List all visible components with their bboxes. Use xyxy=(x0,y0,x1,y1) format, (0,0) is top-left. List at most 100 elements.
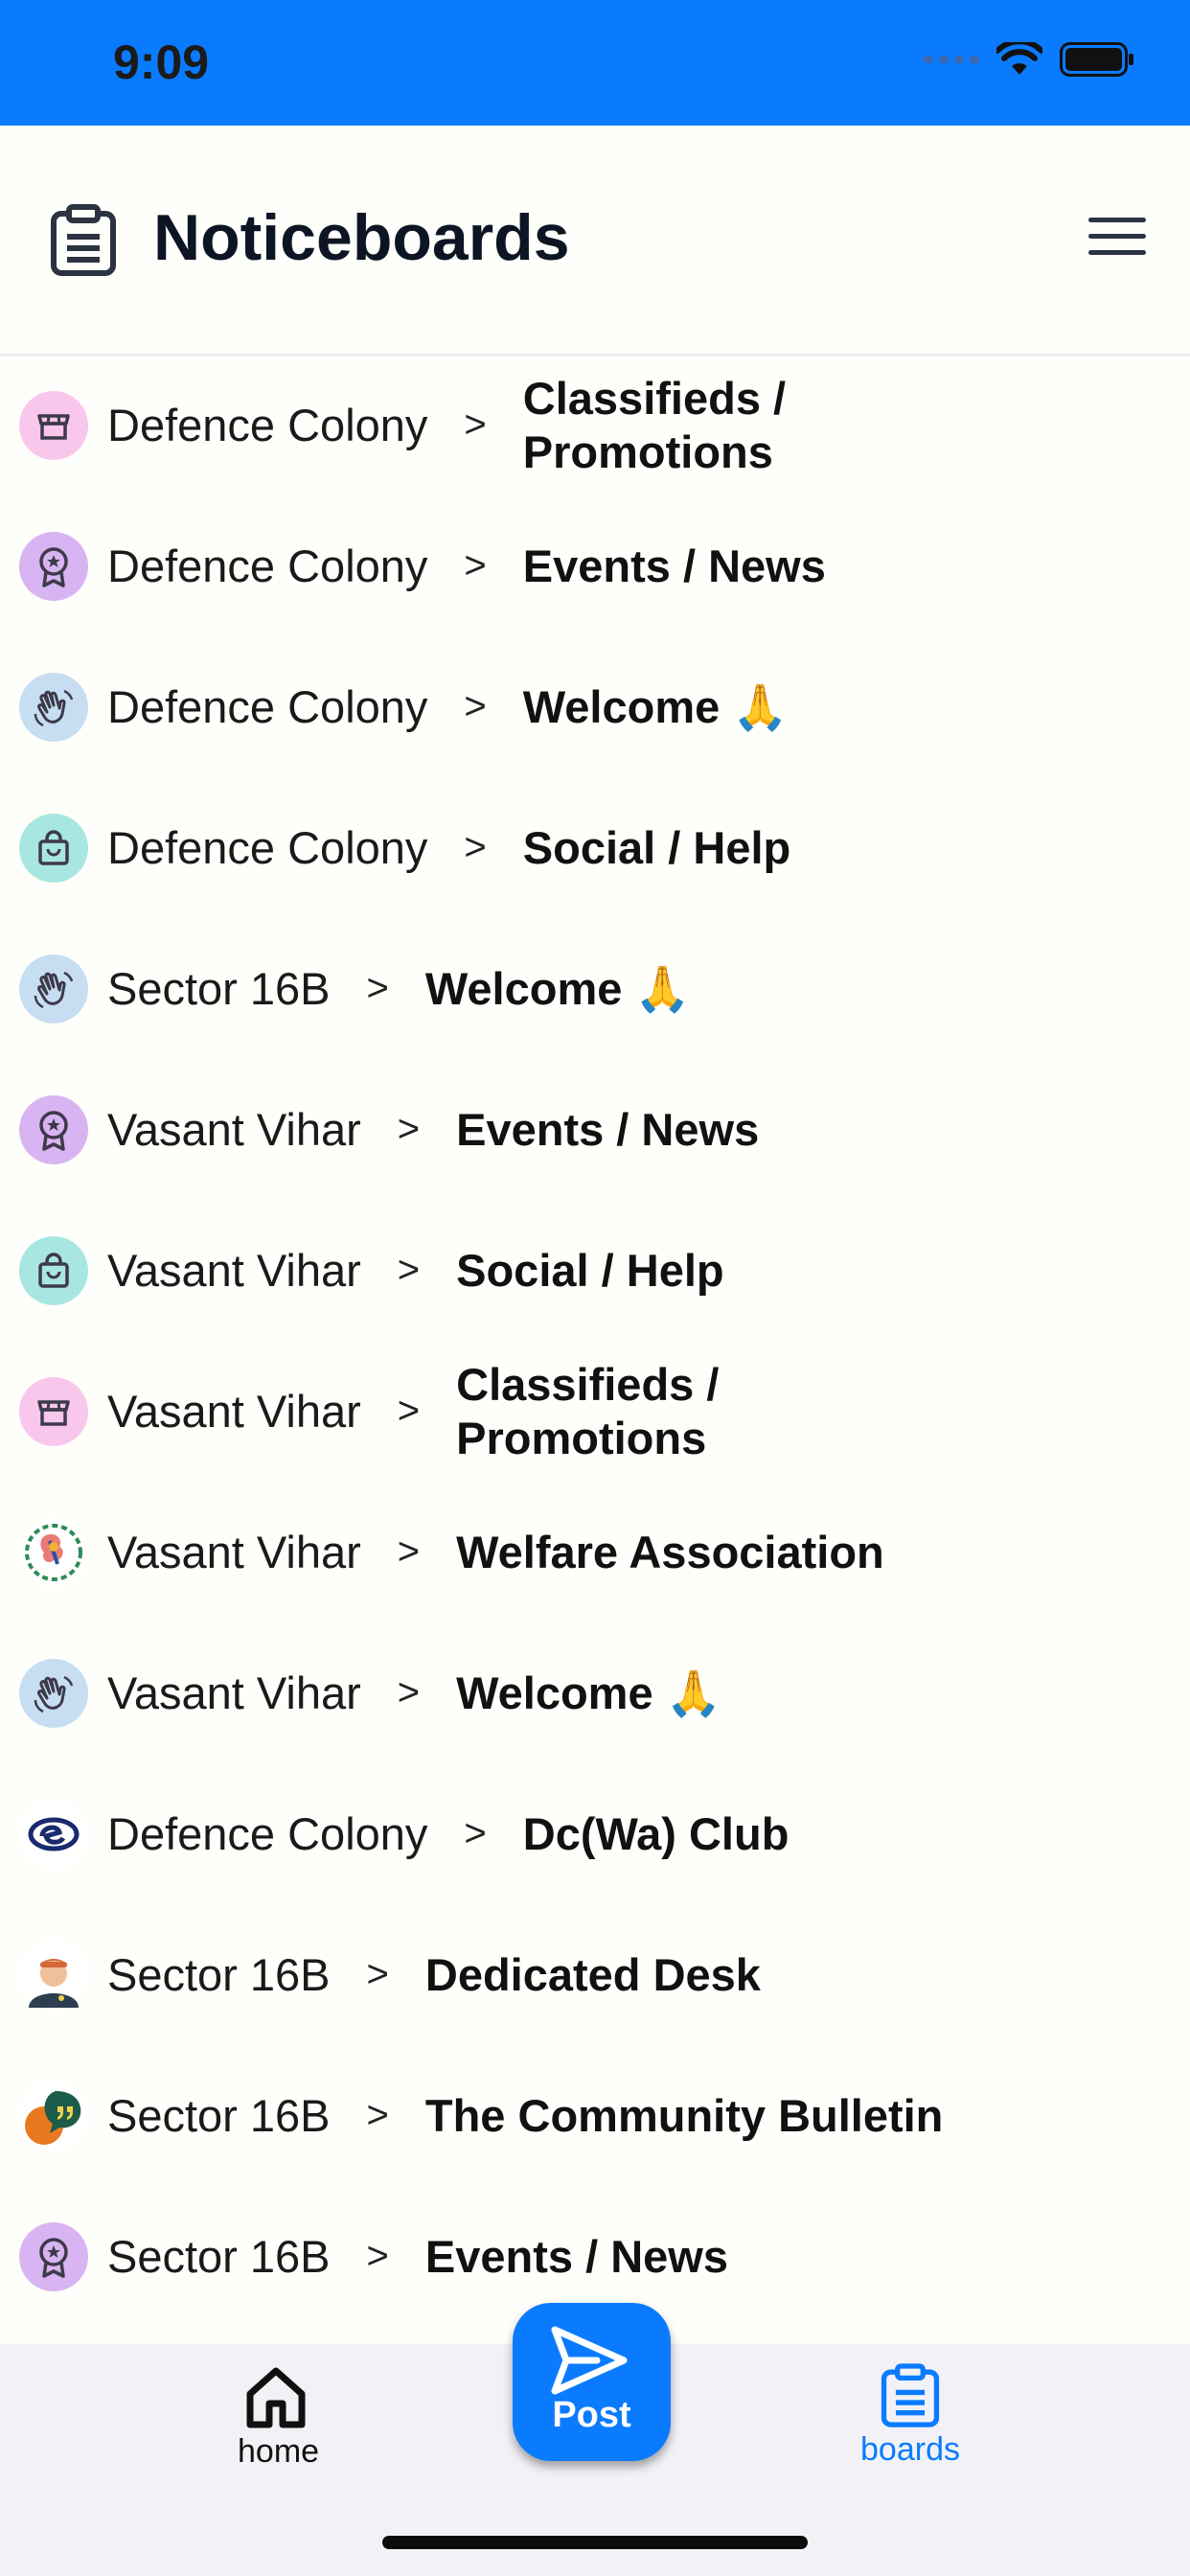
quote-bubble-icon xyxy=(19,2081,88,2150)
board-name: Welfare Association xyxy=(456,1526,884,1577)
board-name: Social / Help xyxy=(522,821,791,873)
board-path: Defence Colony > Dc(Wa) Club xyxy=(107,1807,789,1861)
board-list-item[interactable]: Sector 16B > Welcome 🙏 xyxy=(0,918,1190,1059)
status-bar: 9:09 xyxy=(0,0,1190,126)
board-list-item[interactable]: Sector 16B > The Community Bulletin xyxy=(0,2045,1190,2186)
breadcrumb-separator: > xyxy=(366,1953,389,1995)
board-path: Vasant Vihar > Welfare Association xyxy=(107,1526,884,1579)
board-area-name: Sector 16B xyxy=(107,963,331,1014)
board-path: Sector 16B > Dedicated Desk xyxy=(107,1948,761,2002)
award-icon xyxy=(19,2221,88,2291)
shop-icon xyxy=(19,390,88,460)
board-name: Classifieds / Promotions xyxy=(522,372,787,477)
board-path: Sector 16B > Welcome 🙏 xyxy=(107,962,691,1016)
board-path: Defence Colony > Welcome 🙏 xyxy=(107,680,789,734)
board-path: Vasant Vihar > Events / News xyxy=(107,1103,759,1157)
board-path: Vasant Vihar > Classifieds / Promotions xyxy=(107,1358,763,1465)
board-name: Dedicated Desk xyxy=(424,1948,761,2000)
board-list-item[interactable]: Defence Colony > Welcome 🙏 xyxy=(0,636,1190,777)
breadcrumb-separator: > xyxy=(464,826,487,868)
board-name: Events / News xyxy=(424,2230,728,2282)
board-list-item[interactable]: Vasant Vihar > Welcome 🙏 xyxy=(0,1622,1190,1763)
board-path: Defence Colony > Events / News xyxy=(107,540,826,593)
board-list-item[interactable]: Sector 16B > Dedicated Desk xyxy=(0,1904,1190,2045)
board-list-item[interactable]: Vasant Vihar > Social / Help xyxy=(0,1200,1190,1341)
board-list-item[interactable]: Defence Colony > Dc(Wa) Club xyxy=(0,1763,1190,1904)
board-name: Welcome 🙏 xyxy=(522,680,789,732)
breadcrumb-separator: > xyxy=(397,1390,421,1432)
board-name: Events / News xyxy=(522,540,826,591)
clipboard-icon xyxy=(881,2363,940,2427)
board-area-name: Defence Colony xyxy=(107,540,428,591)
board-path: Defence Colony > Social / Help xyxy=(107,821,790,875)
board-list-item[interactable]: Vasant Vihar > Events / News xyxy=(0,1059,1190,1200)
home-icon xyxy=(246,2367,306,2428)
wave-hand-icon xyxy=(19,1658,88,1728)
breadcrumb-separator: > xyxy=(464,685,487,727)
shop-icon xyxy=(19,1376,88,1446)
wave-hand-icon xyxy=(19,672,88,742)
nav-home-label: home xyxy=(238,2433,320,2470)
post-button[interactable]: Post xyxy=(513,2303,671,2461)
board-area-name: Vasant Vihar xyxy=(107,1245,361,1296)
board-area-name: Defence Colony xyxy=(107,1808,428,1859)
board-name: Classifieds / Promotions xyxy=(456,1358,720,1463)
nav-home-tab[interactable]: home xyxy=(238,2363,320,2471)
board-area-name: Defence Colony xyxy=(107,400,428,450)
board-list-item[interactable]: Vasant Vihar > Classifieds / Promotions xyxy=(0,1341,1190,1482)
board-list-item[interactable]: Vasant Vihar > Welfare Association xyxy=(0,1482,1190,1622)
emblem-logo-icon xyxy=(19,1517,88,1587)
bag-icon xyxy=(19,1235,88,1305)
board-area-name: Sector 16B xyxy=(107,1949,331,2000)
wave-hand-icon xyxy=(19,954,88,1024)
status-indicators xyxy=(924,42,1134,77)
board-area-name: Vasant Vihar xyxy=(107,1386,361,1437)
app-header: Noticeboards xyxy=(0,126,1190,356)
award-icon xyxy=(19,531,88,601)
breadcrumb-separator: > xyxy=(397,1249,421,1291)
breadcrumb-separator: > xyxy=(366,2235,389,2277)
board-area-name: Sector 16B xyxy=(107,2090,331,2141)
board-name: Welcome 🙏 xyxy=(456,1667,722,1718)
breadcrumb-separator: > xyxy=(464,544,487,586)
board-name: The Community Bulletin xyxy=(424,2089,944,2141)
board-area-name: Defence Colony xyxy=(107,822,428,873)
board-area-name: Vasant Vihar xyxy=(107,1527,361,1577)
breadcrumb-separator: > xyxy=(397,1671,421,1714)
status-time: 9:09 xyxy=(113,35,210,89)
wifi-icon xyxy=(996,42,1042,75)
board-path: Sector 16B > The Community Bulletin xyxy=(107,2089,943,2143)
page-title: Noticeboards xyxy=(153,201,570,274)
battery-icon xyxy=(1060,42,1133,77)
board-path: Sector 16B > Events / News xyxy=(107,2230,728,2284)
nav-boards-tab[interactable]: boards xyxy=(851,2363,970,2469)
board-path: Defence Colony > Classifieds / Promotions xyxy=(107,372,830,479)
clipboard-icon xyxy=(51,204,116,276)
board-name: Welcome 🙏 xyxy=(424,962,691,1014)
breadcrumb-separator: > xyxy=(464,403,487,446)
home-indicator xyxy=(382,2536,808,2549)
cellular-signal-icon xyxy=(924,56,979,63)
person-avatar-icon xyxy=(19,1940,88,2010)
breadcrumb-separator: > xyxy=(464,1812,487,1854)
board-path: Vasant Vihar > Welcome 🙏 xyxy=(107,1667,721,1720)
board-list-item[interactable]: Defence Colony > Social / Help xyxy=(0,777,1190,918)
hamburger-menu-button[interactable] xyxy=(1088,218,1146,260)
board-name: Events / News xyxy=(456,1103,760,1155)
board-area-name: Vasant Vihar xyxy=(107,1104,361,1155)
board-list-item[interactable]: Defence Colony > Classifieds / Promotions xyxy=(0,355,1190,495)
board-area-name: Vasant Vihar xyxy=(107,1668,361,1718)
award-icon xyxy=(19,1094,88,1164)
board-list-item[interactable]: Defence Colony > Events / News xyxy=(0,495,1190,636)
club-logo-icon xyxy=(19,1799,88,1869)
board-path: Vasant Vihar > Social / Help xyxy=(107,1244,724,1298)
board-area-name: Sector 16B xyxy=(107,2231,331,2282)
board-name: Social / Help xyxy=(456,1244,724,1296)
send-icon xyxy=(551,2326,628,2395)
bag-icon xyxy=(19,813,88,883)
breadcrumb-separator: > xyxy=(397,1530,421,1573)
post-button-label: Post xyxy=(552,2395,631,2435)
board-area-name: Defence Colony xyxy=(107,681,428,732)
breadcrumb-separator: > xyxy=(397,1108,421,1150)
board-list: Defence Colony > Classifieds / Promotions D… xyxy=(0,355,1190,2327)
